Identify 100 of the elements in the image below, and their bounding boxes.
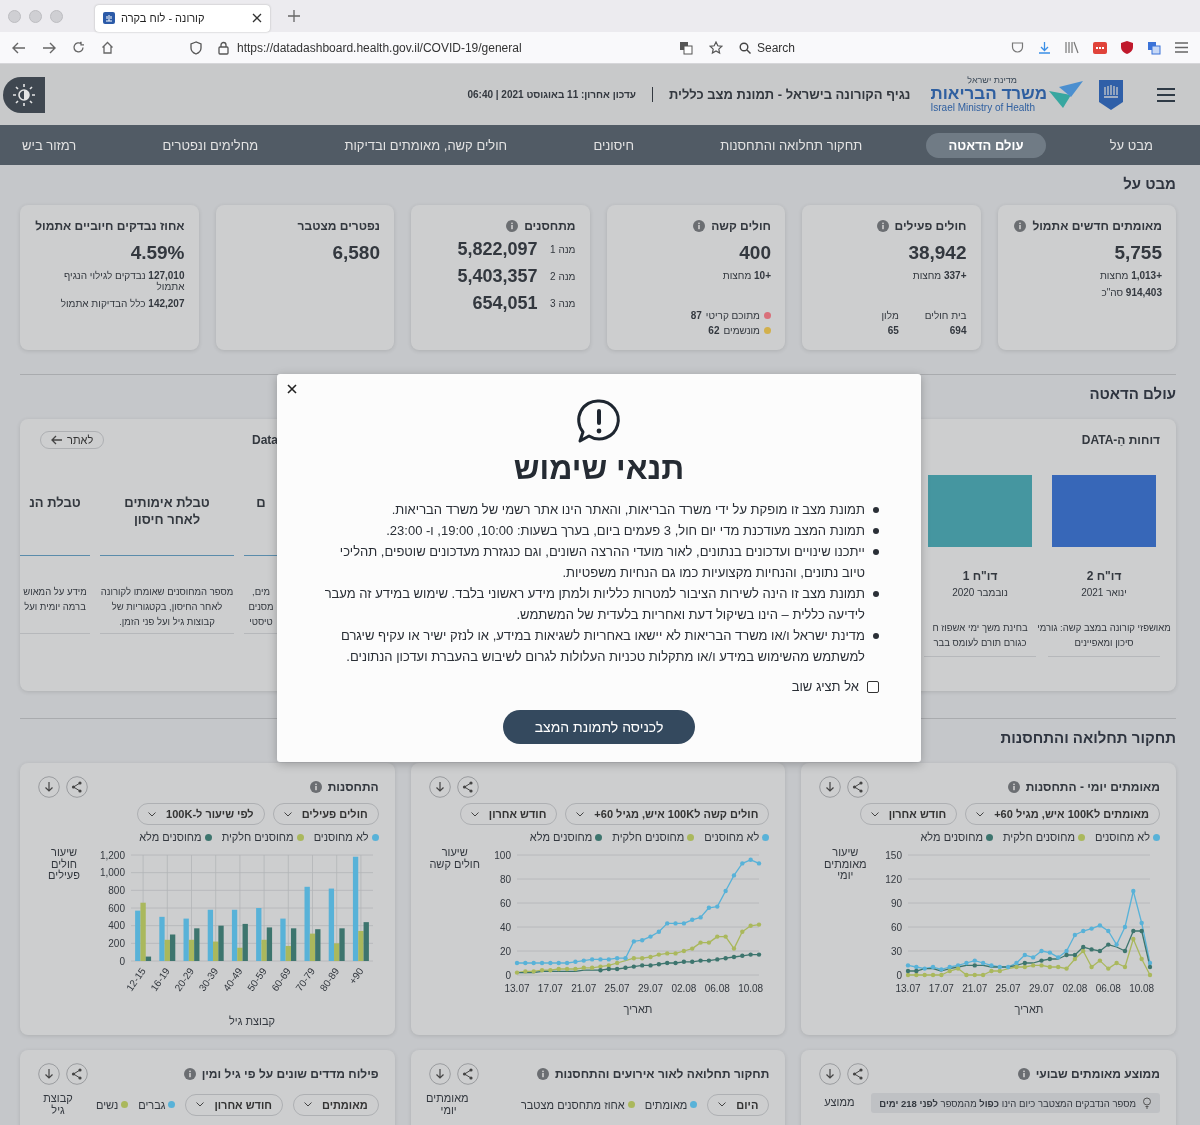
- axis-tick-label: 400: [108, 920, 125, 932]
- card-title: חולים קשה: [711, 219, 771, 233]
- legend-label[interactable]: גברים: [138, 1098, 166, 1111]
- axis-tick-label: 29.07: [638, 983, 664, 994]
- filter-dropdown[interactable]: מאומתים: [292, 1093, 379, 1116]
- legend-label[interactable]: מחוסנים מלא: [139, 831, 202, 843]
- browser-search-field[interactable]: Search: [738, 40, 795, 55]
- chart-title: תחקור תחלואה לאור אירועים והתחסנות: [554, 1067, 770, 1081]
- stat-value: 400: [738, 242, 771, 264]
- nav-tab[interactable]: מחלימים ונפטרים: [140, 132, 281, 158]
- axis-tick-label: 600: [108, 902, 125, 914]
- axis-tick-label: 06.08: [705, 983, 731, 994]
- terms-item: תמונת המצב מעודכנת מדי יום חול, 3 פעמים ביום, בערך בשעות: 10:00, 19:00, ו- 23:00.: [386, 522, 865, 540]
- axis-tick-label: +90: [346, 965, 366, 987]
- stat-value: 5,755: [1113, 242, 1162, 264]
- website-link-button[interactable]: לאתר: [40, 431, 105, 449]
- nav-tab[interactable]: עולם הדאטה: [926, 132, 1046, 158]
- nav-tab[interactable]: מבט על: [1087, 132, 1175, 158]
- table-description-line: קבוצות גיל ועל פני הזמן.: [119, 616, 215, 627]
- nav-tab[interactable]: רמזור ביש: [0, 132, 99, 158]
- panel-title: Data: [252, 433, 278, 447]
- dose-label: מנה 3: [549, 298, 576, 309]
- filter-dropdown[interactable]: חולים פעילים: [272, 803, 379, 825]
- legend-label[interactable]: לא מחוסנים: [313, 831, 369, 843]
- filter-dropdown[interactable]: מאומתים ל100K איש, מגיל 60+: [965, 803, 1160, 825]
- legend-label[interactable]: מחוסנים חלקית: [1002, 831, 1075, 843]
- axis-tick-label: 10.08: [738, 983, 764, 994]
- dose-value: 654,051: [472, 293, 538, 314]
- card-title: מתחסנים: [524, 219, 576, 233]
- report-title[interactable]: דו"ח 1: [962, 569, 998, 583]
- table-title-line[interactable]: טבלת אימותים: [124, 495, 210, 510]
- nav-tab[interactable]: חיסונים: [571, 132, 656, 158]
- flag-value: 62: [708, 325, 720, 336]
- axis-tick-label: 0: [505, 969, 512, 981]
- table-description-line: ברמה יומית ועל: [24, 601, 86, 612]
- filter-dropdown[interactable]: חודש אחרון: [459, 803, 558, 825]
- axis-tick-label: 800: [108, 884, 125, 896]
- terms-item: מדינת ישראל ו/או משרד הבריאות לא יישאו באחריות לשגיאות במידע, או לנזק ישיר או עקיף שיגרם למשתמש מהשימוש במידע ו/או מתקלות טכניות העלולות לגרום לשיבוש בהעברת ועדכון הנתונים.: [339, 627, 865, 666]
- table-description-line: לאחר החיסון, בקטגוריות של: [111, 601, 223, 612]
- filter-dropdown[interactable]: חודש אחרון: [859, 803, 958, 825]
- axis-tick-label: 0: [896, 969, 902, 981]
- axis-tick-label: 30: [890, 945, 902, 957]
- filter-dropdown[interactable]: חולים קשה ל100K איש, מגיל 60+: [565, 803, 770, 825]
- axis-tick-label: 150: [885, 849, 902, 861]
- report-description-line: סיכון ומאפיינים: [1073, 637, 1135, 648]
- dialog-title: תנאי שימוש: [513, 450, 685, 487]
- address-bar-url[interactable]: https://datadashboard.health.gov.il/COVID-19/general: [237, 40, 522, 55]
- report-title[interactable]: דו"ח 2: [1086, 569, 1122, 583]
- browser-tab[interactable]: קורונה - לוח בקרה: [95, 4, 270, 32]
- report-description-line: כגורם תורם לעומס בבר: [932, 637, 1028, 648]
- axis-tick-label: 29.07: [1029, 983, 1055, 994]
- table-title-line[interactable]: טבלת הנ: [29, 495, 81, 510]
- nav-tab[interactable]: תחקור תחלואה והתחסנות: [698, 132, 885, 158]
- axis-title: מאומתים יומי: [428, 1093, 469, 1117]
- legend-label[interactable]: מחוסנים מלא: [529, 831, 593, 843]
- table-title-line[interactable]: ם: [256, 495, 266, 510]
- chart-title: פילוח מדדים שונים על פי גיל ומין: [201, 1067, 379, 1081]
- axis-tick-label: 1,200: [99, 849, 125, 861]
- axis-tick-label: 17.07: [538, 983, 564, 994]
- split-value: 65: [886, 325, 899, 336]
- legend-label[interactable]: לא מחוסנים: [1094, 831, 1150, 843]
- axis-tick-label: 25.07: [604, 983, 630, 994]
- axis-tick-label: 20: [500, 945, 512, 957]
- axis-title: תאריך: [1014, 1003, 1044, 1015]
- report-description-line: מאושפזי קורונה במצב קשה: גורמי: [1037, 622, 1171, 633]
- table-description-line: מספר המחוסנים שאומתו לקורונה: [100, 586, 234, 597]
- filter-dropdown[interactable]: חודש אחרון: [185, 1093, 283, 1116]
- logo-english-text: Israel Ministry of Health: [930, 102, 1036, 114]
- axis-tick-label: 40: [500, 921, 512, 933]
- axis-tick-label: 200: [108, 937, 125, 949]
- stat-value: 38,942: [907, 242, 967, 264]
- flag-label: מתוכם קריטי: [705, 310, 760, 321]
- axis-tick-label: 25.07: [995, 983, 1021, 994]
- axis-title: קבוצת גיל: [228, 1015, 275, 1027]
- report-description-line: בחינת משך ימי אשפוז ח: [932, 622, 1028, 633]
- checkbox-label[interactable]: אל תציג שוב: [791, 679, 859, 694]
- flag-value: 87: [690, 310, 702, 321]
- axis-tick-label: 21.07: [571, 983, 597, 994]
- filter-dropdown[interactable]: לפי שיעור ל-100K: [137, 803, 265, 825]
- legend-label[interactable]: מחוסנים חלקית: [221, 831, 294, 843]
- legend-label[interactable]: נשים: [96, 1098, 119, 1111]
- card-title: נפטרים מצטבר: [297, 219, 380, 233]
- enter-dashboard-button[interactable]: לכניסה לתמונת המצב: [502, 710, 696, 744]
- dose-label: מנה 1: [549, 244, 576, 255]
- stat-value: 6,580: [331, 242, 380, 264]
- terms-item: תמונת מצב זו הינה לשירות הציבור למטרות כלליות ולמתן מידע ראשוני בלבד. שימוש במידע זה מעבר לידיעה כללית – הינו בשיקול דעת ואחריות בלעדית של המשתמש.: [323, 585, 865, 624]
- terms-item: תמונת מצב זו מופקת על ידי משרד הבריאות, והאתר הינו אתר רשמי של משרד הבריאות.: [391, 501, 865, 519]
- legend-label[interactable]: לא מחוסנים: [704, 831, 760, 843]
- axis-tick-label: 1,000: [99, 867, 125, 879]
- axis-tick-label: 06.08: [1095, 983, 1121, 994]
- axis-tick-label: 13.07: [504, 983, 530, 994]
- legend-label[interactable]: אחוז מתחסנים מצטבר: [520, 1098, 625, 1111]
- filter-dropdown[interactable]: היום: [707, 1093, 770, 1116]
- axis-tick-label: 90: [890, 897, 902, 909]
- legend-label[interactable]: מחוסנים חלקית: [612, 831, 685, 843]
- legend-label[interactable]: מחוסנים מלא: [920, 831, 983, 843]
- nav-tab[interactable]: חולים קשה, מאומתים ובדיקות: [322, 132, 530, 158]
- axis-title: קבוצת גיל: [42, 1093, 74, 1117]
- table-title-line[interactable]: לאחר חיסון: [133, 512, 201, 527]
- legend-label[interactable]: מאומתים: [644, 1098, 688, 1111]
